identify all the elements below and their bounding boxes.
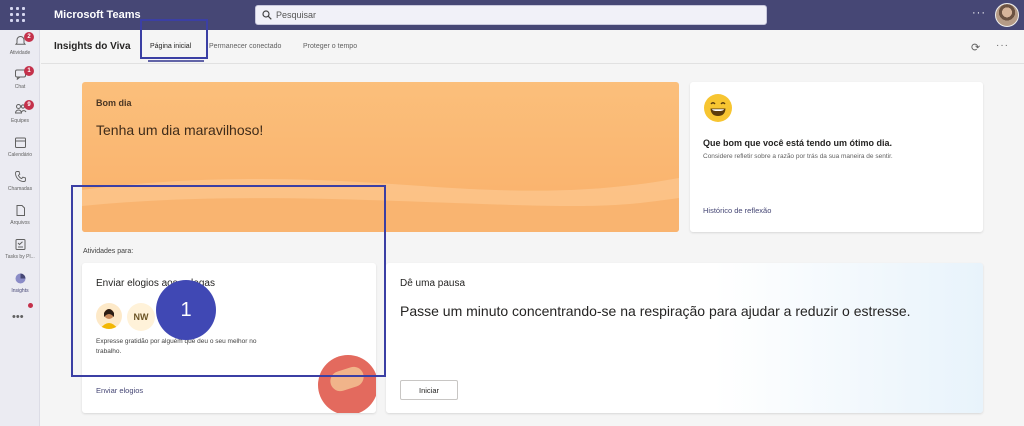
tab-highlight-box — [140, 19, 208, 59]
user-avatar[interactable] — [995, 3, 1019, 27]
send-praise-link[interactable]: Enviar elogios — [96, 386, 143, 395]
reflection-description: Considere refletir sobre a razão por trá… — [703, 153, 893, 160]
file-icon — [16, 205, 25, 216]
rail-item-teams[interactable]: 9 Equipes — [0, 100, 40, 136]
reflection-card: Que bom que você está tendo um ótimo dia… — [690, 82, 983, 232]
callout-number-badge: 1 — [156, 280, 216, 340]
tab-protect-time[interactable]: Proteger o tempo — [303, 43, 357, 50]
rail-item-insights[interactable]: Insights — [0, 270, 40, 306]
rail-item-files[interactable]: Arquivos — [0, 202, 40, 238]
greeting-message: Tenha um dia maravilhoso! — [96, 122, 264, 138]
search-icon — [262, 10, 272, 20]
tab-stay-connected[interactable]: Permanecer conectado — [209, 43, 281, 50]
rail-item-calendar[interactable]: Calendário — [0, 134, 40, 170]
calendar-icon — [15, 137, 26, 148]
app-title: Microsoft Teams — [54, 9, 141, 21]
activity-badge: 2 — [24, 32, 34, 42]
chat-badge: 1 — [24, 66, 34, 76]
rail-item-activity[interactable]: 2 Atividade — [0, 32, 40, 68]
reflection-history-link[interactable]: Histórico de reflexão — [703, 206, 771, 215]
more-options-icon[interactable]: ··· — [996, 40, 1009, 51]
phone-icon — [15, 171, 26, 182]
page-title: Insights do Viva — [54, 41, 131, 52]
insights-icon — [15, 273, 26, 284]
search-input[interactable]: Pesquisar — [255, 5, 767, 25]
tasks-icon — [15, 239, 26, 250]
reflection-title: Que bom que você está tendo um ótimo dia… — [703, 138, 893, 148]
rail-item-calls[interactable]: Chamadas — [0, 168, 40, 204]
start-button[interactable]: Iniciar — [400, 380, 458, 400]
greeting-title: Bom dia — [96, 98, 132, 108]
callout-highlight-box — [71, 185, 386, 377]
active-tab-indicator — [148, 60, 204, 62]
rail-item-chat[interactable]: 1 Chat — [0, 66, 40, 102]
break-title: Dê uma pausa — [400, 278, 466, 289]
break-description: Passe um minuto concentrando-se na respi… — [400, 303, 911, 319]
search-placeholder: Pesquisar — [276, 10, 317, 20]
break-card: Dê uma pausa Passe um minuto concentrand… — [386, 263, 983, 413]
notification-dot — [28, 303, 33, 308]
teams-badge: 9 — [24, 100, 34, 110]
rail-item-tasks[interactable]: Tasks by Pl... — [0, 236, 40, 272]
app-rail: 2 Atividade 1 Chat 9 Equipes Calendário … — [0, 30, 40, 426]
settings-more-icon[interactable]: ··· — [972, 7, 986, 19]
more-apps-icon[interactable]: ••• — [12, 311, 24, 323]
app-launcher-icon[interactable] — [10, 7, 26, 23]
refresh-icon[interactable]: ⟳ — [971, 41, 980, 54]
smiley-icon — [704, 94, 732, 122]
